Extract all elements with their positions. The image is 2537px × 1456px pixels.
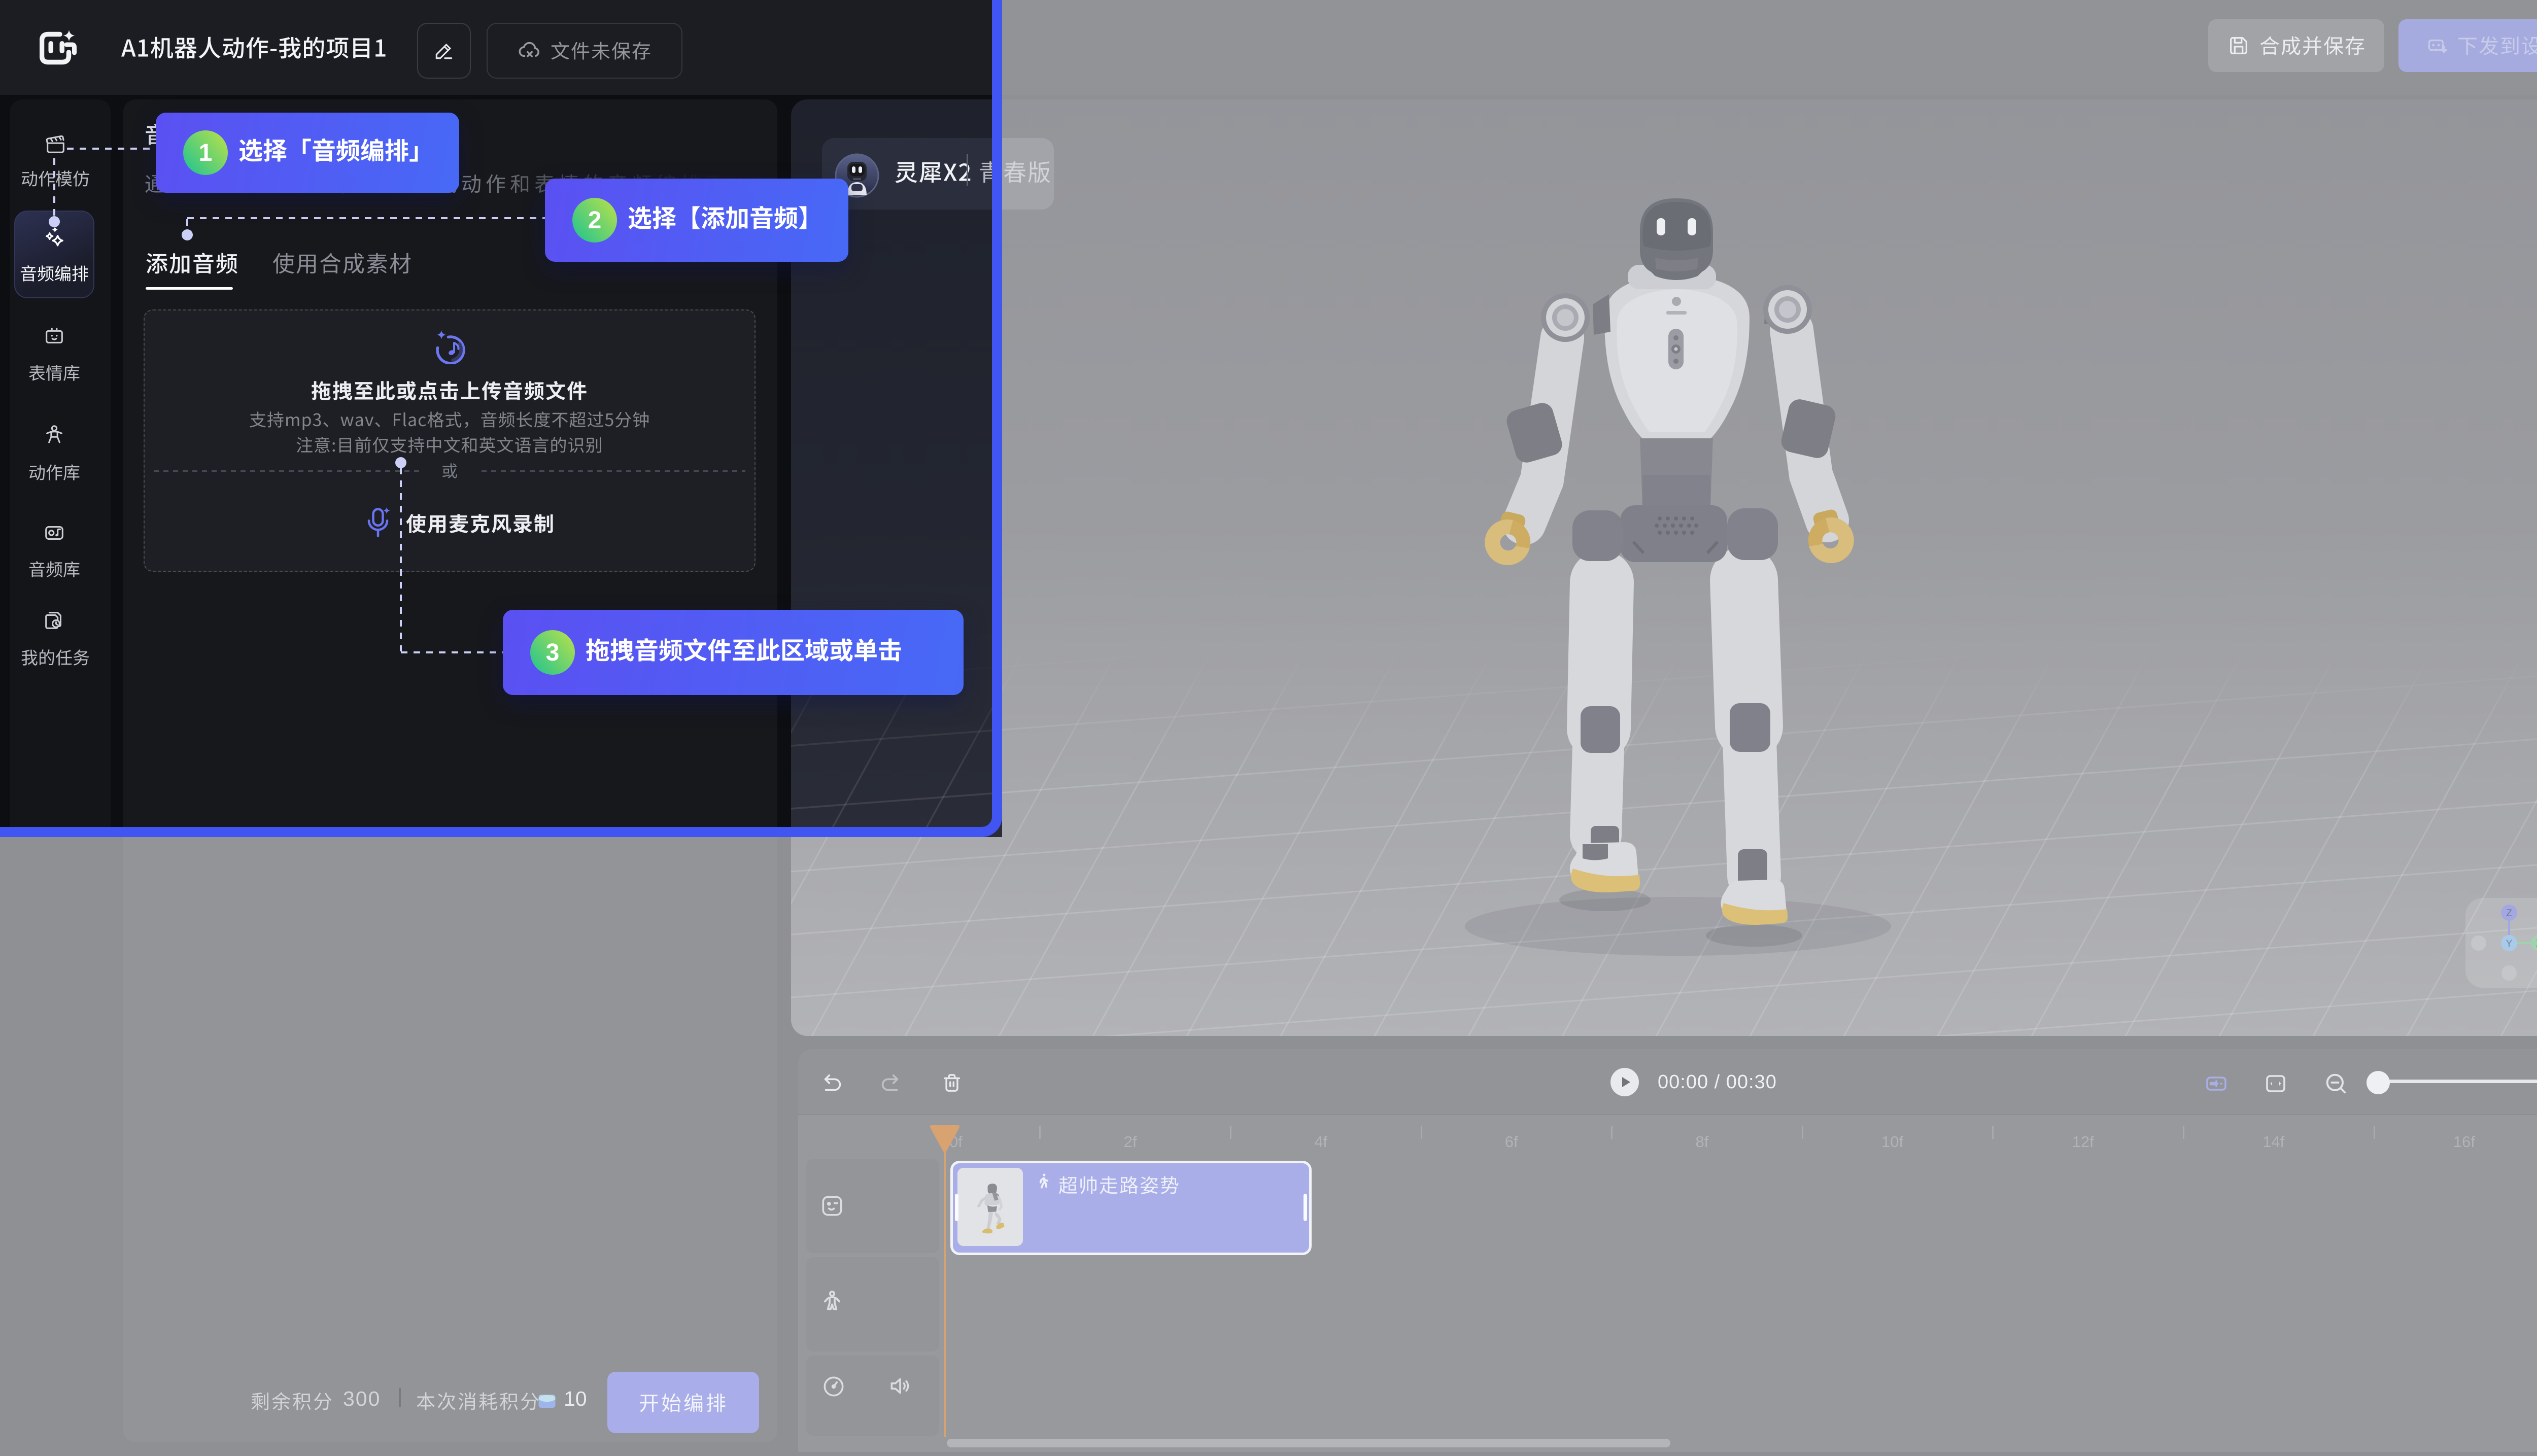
- svg-text:Z: Z: [2506, 908, 2512, 919]
- svg-text:Y: Y: [2506, 939, 2513, 949]
